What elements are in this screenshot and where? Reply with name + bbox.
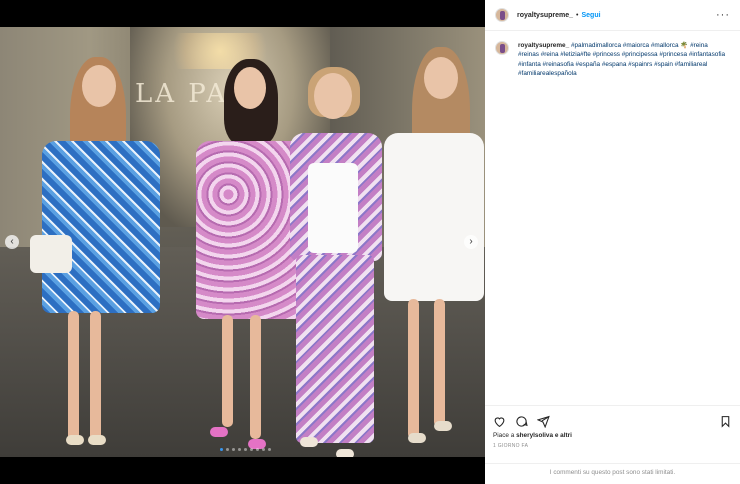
comment-icon[interactable] [515,415,528,428]
carousel-dot [244,448,247,451]
post-photo[interactable]: LA PA ‹ › [0,27,485,457]
bookmark-icon[interactable] [719,415,732,428]
post-footer: Piace a sherylsoliva e altri 1 GIORNO FA [485,405,740,449]
caption-username[interactable]: royaltysupreme_ [518,42,569,49]
carousel-dot [238,448,241,451]
likes-prefix: Piace a [493,432,517,439]
likes-user-link[interactable]: sherylsoliva [516,432,553,439]
share-icon[interactable] [537,415,550,428]
carousel-dots [220,448,271,451]
header-separator: • [576,11,579,19]
follow-button[interactable]: Segui [581,12,600,19]
photo-person [282,67,388,457]
carousel-dot [226,448,229,451]
post-actions [485,406,740,430]
avatar[interactable] [495,8,509,22]
post-header: royaltysupreme_ • Segui ··· [485,0,740,31]
carousel-dot [250,448,253,451]
caption-text: royaltysupreme_ #palmadimallorca #maiorc… [518,41,728,405]
avatar[interactable] [495,41,509,55]
chevron-right-icon[interactable]: › [464,235,478,249]
heart-icon[interactable] [493,415,506,428]
comments-limited-notice: I commenti su questo post sono stati lim… [485,463,740,484]
post-sidebar: royaltysupreme_ • Segui ··· royaltysupre… [485,0,740,484]
likes-suffix[interactable]: e altri [553,432,572,439]
username-link[interactable]: royaltysupreme_ [517,12,573,19]
carousel-dot [232,448,235,451]
photo-person [376,47,485,457]
likes-summary: Piace a sherylsoliva e altri [485,430,740,439]
carousel-dot [262,448,265,451]
carousel-dot [268,448,271,451]
post-timestamp[interactable]: 1 GIORNO FA [485,439,740,449]
photo-person [30,57,170,457]
caption: royaltysupreme_ #palmadimallorca #maiorc… [485,31,740,405]
carousel-dot [256,448,259,451]
chevron-left-icon[interactable]: ‹ [5,235,19,249]
carousel-dot [220,448,223,451]
more-horizontal-icon[interactable]: ··· [716,10,730,21]
